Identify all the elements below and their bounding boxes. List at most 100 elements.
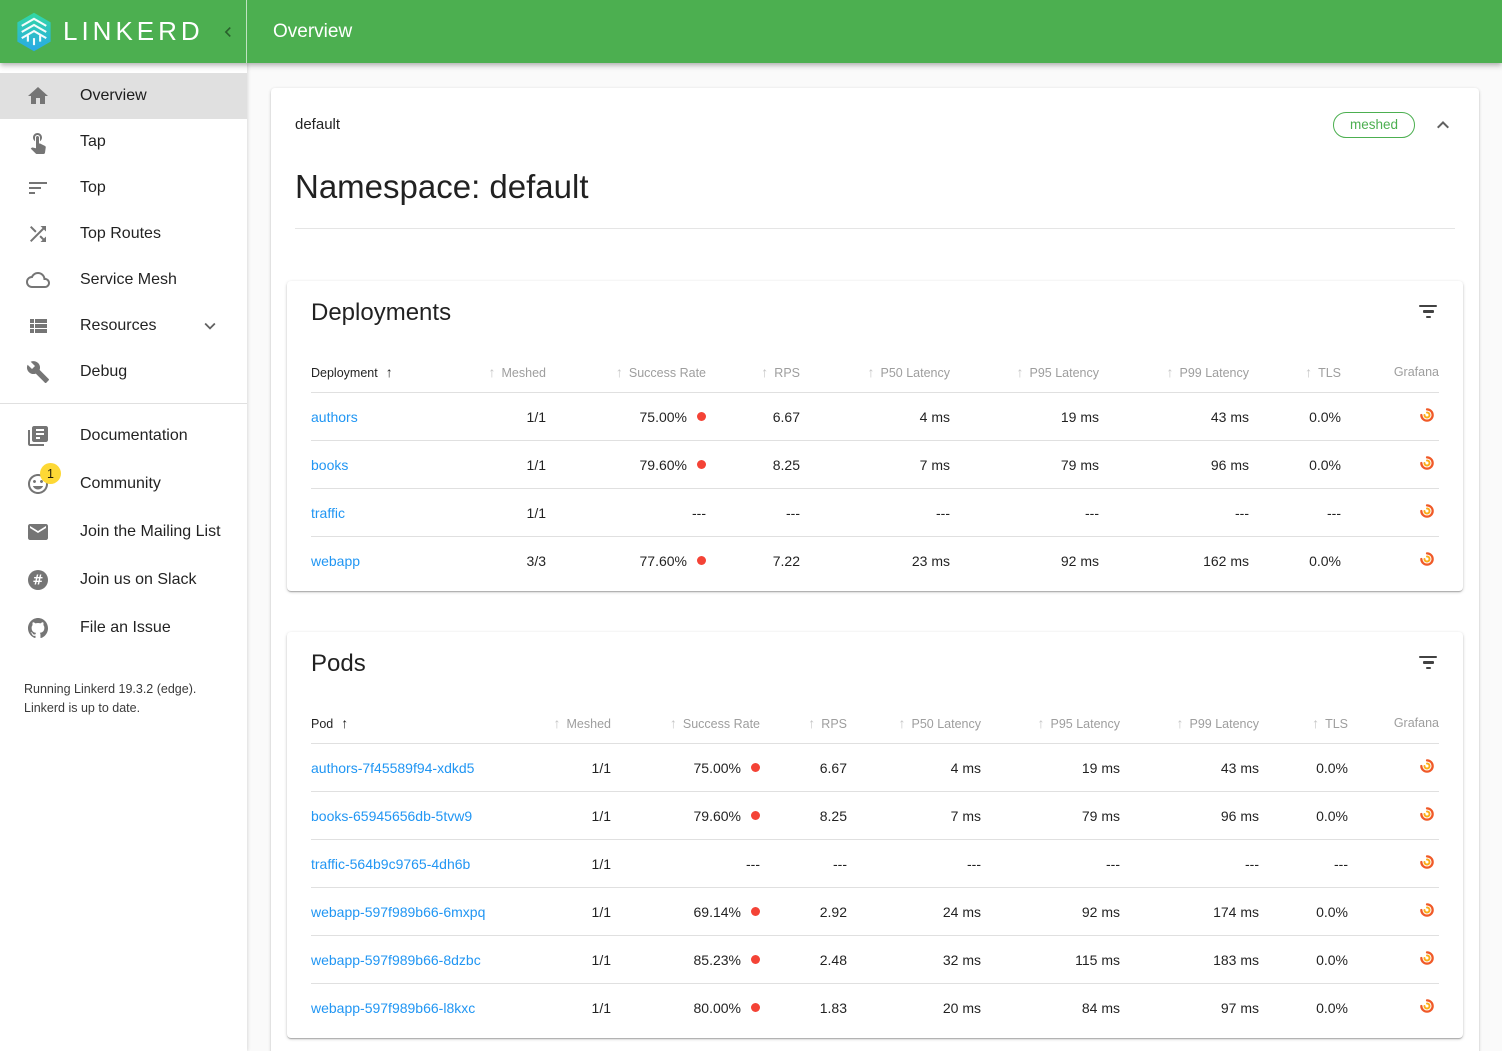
- logo[interactable]: LINKERD: [0, 0, 247, 63]
- linkerd-logo-icon: [13, 11, 55, 53]
- column-header-deployment[interactable]: Deployment↑: [311, 353, 461, 393]
- column-header-grafana: Grafana: [1341, 353, 1439, 393]
- resource-link[interactable]: webapp: [311, 553, 360, 569]
- update-status-line: Linkerd is up to date.: [24, 699, 223, 718]
- resource-link[interactable]: traffic-564b9c9765-4dh6b: [311, 856, 470, 872]
- sidebar-item-label: Tap: [80, 133, 106, 151]
- sidebar-collapse-icon[interactable]: [218, 22, 238, 42]
- rps-cell: 1.83: [760, 984, 847, 1032]
- grafana-icon[interactable]: [1419, 950, 1435, 966]
- tls-cell: 0.0%: [1259, 792, 1348, 840]
- chevron-down-icon[interactable]: [199, 315, 221, 337]
- filter-icon[interactable]: [1417, 299, 1439, 325]
- meshed-cell: 1/1: [461, 393, 546, 441]
- meshed-badge[interactable]: meshed: [1333, 112, 1415, 138]
- p99-cell: 97 ms: [1120, 984, 1259, 1032]
- chevron-up-icon[interactable]: [1431, 113, 1455, 137]
- resource-link[interactable]: books-65945656db-5tvw9: [311, 808, 472, 824]
- resource-link[interactable]: webapp-597f989b66-6mxpq: [311, 904, 485, 920]
- column-header-p95-latency[interactable]: ↑P95 Latency: [981, 704, 1120, 744]
- column-header-tls[interactable]: ↑TLS: [1249, 353, 1341, 393]
- column-header-pod[interactable]: Pod↑: [311, 704, 526, 744]
- svg-text:#: #: [33, 574, 44, 589]
- app-header: LINKERD Overview: [0, 0, 1502, 63]
- resource-link[interactable]: books: [311, 457, 348, 473]
- column-header-meshed[interactable]: ↑Meshed: [461, 353, 546, 393]
- sidebar-item-top-routes[interactable]: Top Routes: [0, 211, 247, 257]
- meshed-cell: 3/3: [461, 537, 546, 585]
- sort-arrow-icon: ↑: [1177, 715, 1184, 731]
- status-dot: [751, 955, 760, 964]
- grafana-icon[interactable]: [1419, 455, 1435, 471]
- sidebar-item-file-an-issue[interactable]: File an Issue: [0, 604, 247, 652]
- column-header-p50-latency[interactable]: ↑P50 Latency: [800, 353, 950, 393]
- column-header-p50-latency[interactable]: ↑P50 Latency: [847, 704, 981, 744]
- sort-arrow-icon: ↑: [489, 364, 496, 380]
- rps-cell: 6.67: [706, 393, 800, 441]
- sidebar: Overview Tap Top Top RoutesService MeshReso…: [0, 63, 247, 1051]
- sidebar-item-tap[interactable]: Tap: [0, 119, 247, 165]
- namespace-title: Namespace: default: [295, 168, 1455, 206]
- grafana-icon[interactable]: [1419, 998, 1435, 1014]
- p50-cell: ---: [847, 840, 981, 888]
- status-dot: [751, 763, 760, 772]
- title-divider: [295, 228, 1455, 229]
- sidebar-item-service-mesh[interactable]: Service Mesh: [0, 257, 247, 303]
- column-header-success-rate[interactable]: ↑Success Rate: [546, 353, 706, 393]
- github-icon: [26, 616, 50, 640]
- p95-cell: 19 ms: [950, 393, 1099, 441]
- sidebar-item-label: Overview: [80, 87, 147, 105]
- sort-arrow-icon: ↑: [1017, 364, 1024, 380]
- grafana-icon[interactable]: [1419, 551, 1435, 567]
- resource-link[interactable]: traffic: [311, 505, 345, 521]
- grafana-icon[interactable]: [1419, 902, 1435, 918]
- sidebar-item-top[interactable]: Top: [0, 165, 247, 211]
- column-header-p99-latency[interactable]: ↑P99 Latency: [1120, 704, 1259, 744]
- logo-text: LINKERD: [63, 16, 204, 47]
- table-row: webapp-597f989b66-6mxpq1/169.14%2.9224 m…: [311, 888, 1439, 936]
- table-row: books-65945656db-5tvw91/179.60%8.257 ms7…: [311, 792, 1439, 840]
- resource-link[interactable]: authors-7f45589f94-xdkd5: [311, 760, 474, 776]
- grafana-icon[interactable]: [1419, 854, 1435, 870]
- sidebar-item-documentation[interactable]: Documentation: [0, 412, 247, 460]
- p99-cell: 96 ms: [1099, 441, 1249, 489]
- sidebar-item-overview[interactable]: Overview: [0, 73, 247, 119]
- grafana-icon[interactable]: [1419, 806, 1435, 822]
- sidebar-item-label: Top: [80, 179, 106, 197]
- p99-cell: 162 ms: [1099, 537, 1249, 585]
- namespace-card: default meshed Namespace: default Deploy…: [271, 88, 1479, 1051]
- rps-cell: 7.22: [706, 537, 800, 585]
- column-header-tls[interactable]: ↑TLS: [1259, 704, 1348, 744]
- resource-link[interactable]: webapp-597f989b66-l8kxc: [311, 1000, 475, 1016]
- sidebar-item-label: File an Issue: [80, 619, 171, 637]
- success-rate-cell: 75.00%: [546, 393, 706, 441]
- sidebar-item-debug[interactable]: Debug: [0, 349, 247, 395]
- sidebar-item-community[interactable]: 1Community: [0, 460, 247, 508]
- grafana-icon[interactable]: [1419, 407, 1435, 423]
- sort-arrow-icon: ↑: [1305, 364, 1312, 380]
- sort-arrow-icon: ↑: [616, 364, 623, 380]
- resource-link[interactable]: webapp-597f989b66-8dzbc: [311, 952, 481, 968]
- filter-icon[interactable]: [1417, 650, 1439, 676]
- sidebar-item-join-us-on-slack[interactable]: #Join us on Slack: [0, 556, 247, 604]
- resource-link[interactable]: authors: [311, 409, 358, 425]
- column-header-rps[interactable]: ↑RPS: [760, 704, 847, 744]
- slack-icon: #: [26, 568, 50, 592]
- column-header-rps[interactable]: ↑RPS: [706, 353, 800, 393]
- rps-cell: 6.67: [760, 744, 847, 792]
- page-title: Overview: [273, 21, 352, 43]
- column-header-p99-latency[interactable]: ↑P99 Latency: [1099, 353, 1249, 393]
- p50-cell: 23 ms: [800, 537, 950, 585]
- sort-arrow-icon: ↑: [670, 715, 677, 731]
- column-header-p95-latency[interactable]: ↑P95 Latency: [950, 353, 1099, 393]
- grafana-icon[interactable]: [1419, 758, 1435, 774]
- meshed-cell: 1/1: [461, 441, 546, 489]
- tls-cell: 0.0%: [1259, 888, 1348, 936]
- sidebar-item-join-the-mailing-list[interactable]: Join the Mailing List: [0, 508, 247, 556]
- sidebar-item-label: Join the Mailing List: [80, 523, 221, 541]
- sidebar-item-resources[interactable]: Resources: [0, 303, 247, 349]
- column-header-meshed[interactable]: ↑Meshed: [526, 704, 611, 744]
- sort-arrow-icon: ↑: [1167, 364, 1174, 380]
- column-header-success-rate[interactable]: ↑Success Rate: [611, 704, 760, 744]
- grafana-icon[interactable]: [1419, 503, 1435, 519]
